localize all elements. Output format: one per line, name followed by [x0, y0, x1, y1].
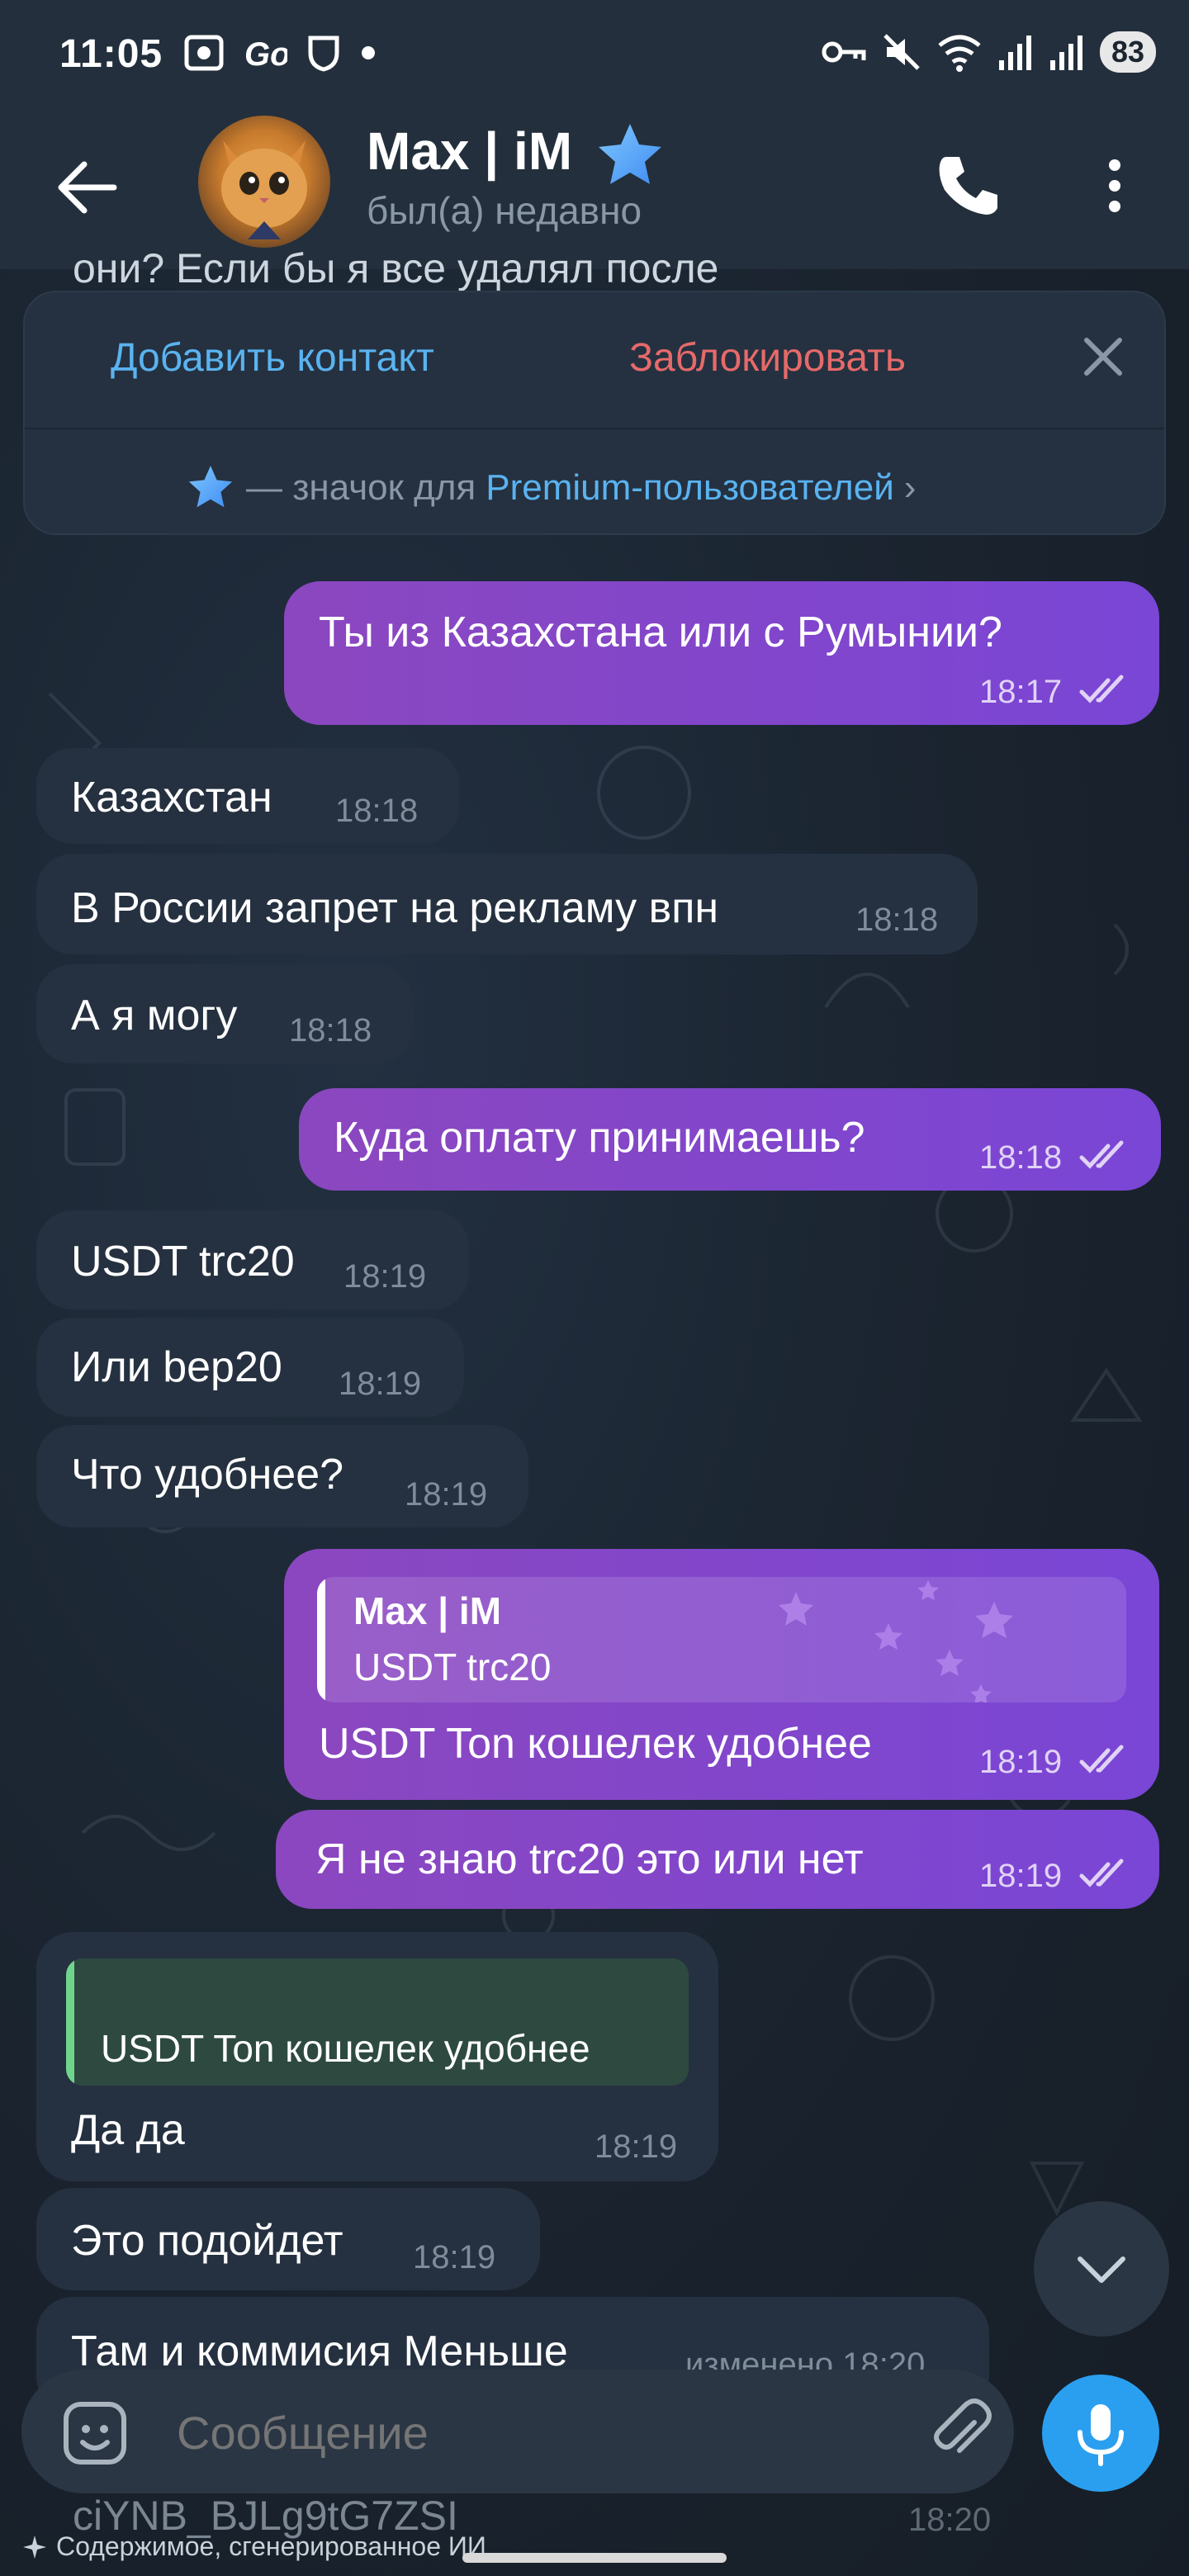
- premium-star-icon[interactable]: [593, 119, 667, 193]
- message-time: 18:19: [979, 1744, 1063, 1780]
- signal-icon: [1049, 36, 1082, 70]
- message-text: Куда оплату принимаешь?: [334, 1114, 865, 1162]
- chat-screen: 11:05 Go 83 Max | iM был(а) недавно они?…: [0, 0, 1189, 2576]
- message-text: Да да: [71, 2106, 185, 2154]
- cat-avatar-image: [221, 140, 307, 239]
- message-text: В России запрет на рекламу впн: [71, 884, 719, 932]
- message-text: Что удобнее?: [71, 1451, 344, 1499]
- screenshot-icon: [184, 35, 224, 71]
- message-time: 18:19: [979, 1858, 1063, 1894]
- contact-name[interactable]: Max | iM: [367, 121, 572, 182]
- message-outgoing-reply[interactable]: Max | iM USDT trc20 USDT Ton кошелек удо…: [284, 1549, 1159, 1800]
- premium-info-link[interactable]: Premium-пользователей: [486, 467, 894, 509]
- ai-generated-note: Содержимое, сгенерированное ИИ: [21, 2531, 486, 2562]
- message-time: 18:18: [335, 793, 419, 829]
- battery-indicator: 83: [1099, 31, 1156, 73]
- sticker-emoji-icon[interactable]: [63, 2401, 127, 2465]
- panel-divider: [25, 428, 1164, 429]
- status-bar: 11:05 Go 83: [0, 0, 1189, 107]
- phone-icon[interactable]: [931, 149, 1001, 223]
- go-icon: Go: [244, 36, 287, 72]
- premium-stars-decoration: [779, 1580, 1013, 1702]
- key-icon: [822, 41, 866, 63]
- reply-quote-bar: [66, 1958, 74, 2086]
- reply-quote-bar: [317, 1577, 325, 1702]
- more-vertical-icon[interactable]: [1090, 149, 1139, 223]
- partially-hidden-message-time: 18:20: [908, 2502, 992, 2538]
- avatar[interactable]: [198, 116, 330, 248]
- message-text: USDT trc20: [71, 1238, 295, 1286]
- contact-last-seen: был(а) недавно: [367, 189, 642, 232]
- signal-icon: [998, 36, 1031, 70]
- double-check-icon: [1079, 1859, 1124, 1887]
- back-arrow-icon[interactable]: [50, 150, 124, 225]
- message-outgoing[interactable]: Ты из Казахстана или с Румынии? 18:17: [284, 581, 1159, 725]
- reply-text: USDT Ton кошелек удобнее: [101, 2027, 590, 2070]
- block-user-button[interactable]: Заблокировать: [629, 335, 906, 381]
- message-time: 18:19: [339, 1366, 422, 1402]
- shield-icon: [308, 36, 339, 72]
- message-text: Ты из Казахстана или с Румынии?: [319, 608, 1002, 656]
- message-composer: [21, 2370, 1014, 2493]
- message-incoming[interactable]: В России запрет на рекламу впн 18:18: [36, 854, 978, 954]
- microphone-button[interactable]: [1042, 2375, 1159, 2492]
- dot-icon: [362, 46, 375, 59]
- message-incoming[interactable]: Что удобнее? 18:19: [36, 1425, 528, 1527]
- new-contact-action-panel: Добавить контакт Заблокировать — значок …: [23, 291, 1166, 535]
- message-outgoing[interactable]: Я не знаю trc20 это или нет 18:19: [276, 1810, 1159, 1909]
- double-check-icon: [1079, 1140, 1124, 1169]
- wifi-icon: [938, 35, 981, 72]
- reply-text: USDT trc20: [353, 1646, 552, 1688]
- message-time: 18:19: [405, 1476, 488, 1513]
- message-input[interactable]: [177, 2406, 821, 2460]
- reply-author: Max | iM: [353, 1589, 502, 1632]
- partially-hidden-message: они? Если бы я все удалял после: [73, 245, 719, 291]
- status-icons-right: 83: [821, 31, 1156, 73]
- message-time: 18:19: [343, 1258, 427, 1295]
- microphone-icon: [1078, 2404, 1124, 2466]
- mute-icon: [883, 34, 920, 70]
- paperclip-icon[interactable]: [926, 2398, 994, 2465]
- message-text: Или bep20: [71, 1343, 282, 1391]
- chevron-right-icon: ›: [903, 467, 917, 508]
- scroll-to-bottom-button[interactable]: [1034, 2201, 1169, 2337]
- status-icons-left: Go: [183, 33, 377, 73]
- message-incoming[interactable]: USDT trc20 18:19: [36, 1210, 469, 1309]
- premium-info-prefix: — значок для: [246, 467, 476, 508]
- message-time: 18:18: [289, 1012, 372, 1049]
- message-incoming-reply[interactable]: USDT Ton кошелек удобнее Да да 18:19: [36, 1932, 718, 2181]
- message-time: 18:18: [979, 1139, 1063, 1176]
- message-time: 18:19: [594, 2129, 678, 2165]
- close-icon[interactable]: [1077, 330, 1130, 383]
- premium-star-icon: [188, 466, 233, 508]
- double-check-icon: [1079, 1745, 1124, 1773]
- message-incoming[interactable]: А я могу 18:18: [36, 964, 413, 1063]
- message-incoming[interactable]: Казахстан 18:18: [36, 748, 459, 844]
- message-time: 18:17: [979, 674, 1063, 710]
- double-check-icon: [1079, 675, 1124, 703]
- message-incoming[interactable]: Или bep20 18:19: [36, 1318, 464, 1417]
- message-text: Я не знаю trc20 это или нет: [315, 1835, 864, 1883]
- svg-text:Go: Go: [244, 36, 287, 72]
- message-text: Там и коммисия Меньше: [71, 2327, 568, 2375]
- message-incoming[interactable]: Это подойдет 18:19: [36, 2188, 540, 2290]
- message-text: А я могу: [71, 992, 238, 1039]
- reply-quote[interactable]: USDT Ton кошелек удобнее: [66, 1958, 689, 2086]
- message-text: Это подойдет: [71, 2217, 343, 2265]
- reply-quote[interactable]: Max | iM USDT trc20: [317, 1577, 1126, 1702]
- message-time: 18:18: [855, 902, 939, 938]
- message-time: 18:19: [413, 2239, 496, 2275]
- premium-badge-info[interactable]: — значок для Premium-пользователей ›: [185, 462, 916, 514]
- ai-generated-label: Содержимое, сгенерированное ИИ: [56, 2531, 486, 2561]
- message-text: USDT Ton кошелек удобнее: [319, 1720, 872, 1768]
- sparkle-icon: [23, 2535, 46, 2559]
- home-indicator[interactable]: [462, 2553, 727, 2563]
- add-contact-button[interactable]: Добавить контакт: [111, 335, 434, 381]
- status-time: 11:05: [59, 32, 163, 76]
- message-text: Казахстан: [71, 774, 272, 822]
- message-outgoing[interactable]: Куда оплату принимаешь? 18:18: [299, 1088, 1161, 1191]
- chevron-down-icon: [1078, 2256, 1125, 2283]
